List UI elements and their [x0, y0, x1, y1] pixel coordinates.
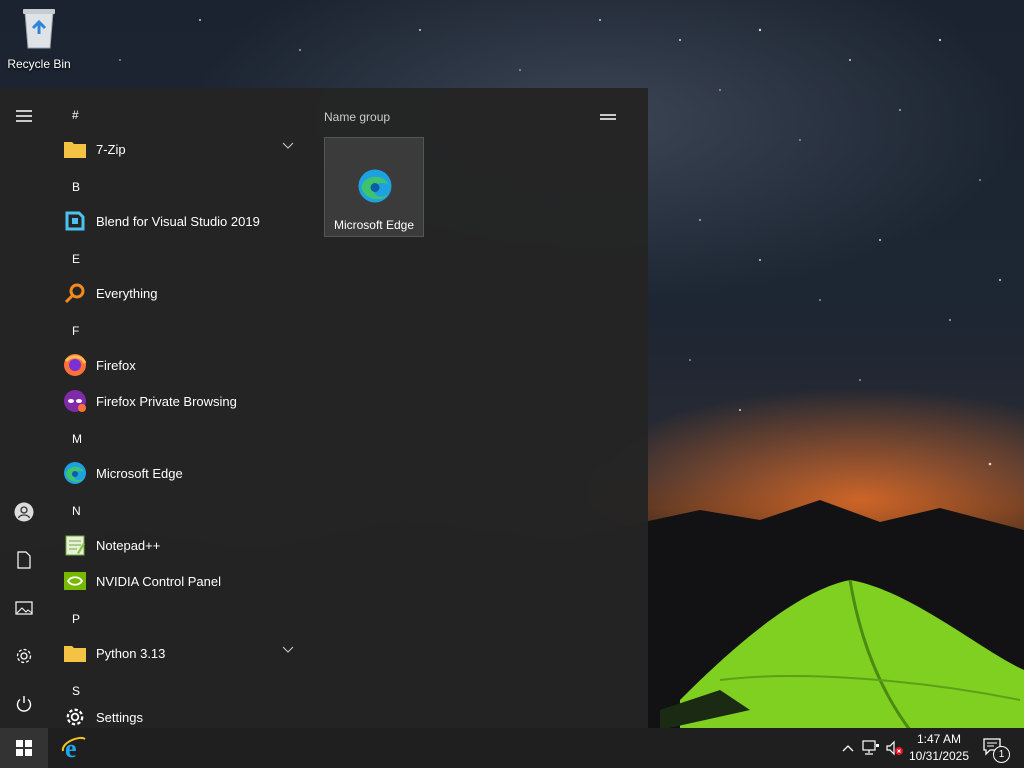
clock-date: 10/31/2025 [908, 749, 970, 763]
document-icon [17, 551, 31, 569]
edge-icon [62, 460, 88, 486]
chevron-down-icon[interactable] [282, 646, 294, 654]
folder-icon [62, 136, 88, 162]
start-menu: # 7-Zip B Blend for Visual Studio 2019 E… [0, 88, 648, 728]
letter-header-b[interactable]: B [72, 180, 80, 194]
network-icon [862, 740, 879, 755]
app-item-notepadpp[interactable]: Notepad++ [62, 529, 310, 561]
edge-icon [358, 169, 392, 203]
app-item-edge[interactable]: Microsoft Edge [62, 457, 310, 489]
app-item-7zip[interactable]: 7-Zip [62, 133, 310, 165]
app-item-python[interactable]: Python 3.13 [62, 637, 310, 669]
notepadpp-icon [62, 532, 88, 558]
wallpaper-tent [660, 579, 1024, 730]
firefox-private-icon [62, 388, 88, 414]
pictures-icon [15, 601, 33, 615]
chevron-down-icon[interactable] [282, 142, 294, 150]
notification-count-badge: 1 [993, 746, 1010, 763]
start-button[interactable] [0, 728, 48, 768]
account-button[interactable] [0, 492, 48, 532]
app-item-settings[interactable]: Settings [62, 701, 310, 728]
pictures-button[interactable] [0, 588, 48, 628]
app-label: NVIDIA Control Panel [96, 573, 222, 589]
app-label: Blend for Visual Studio 2019 [96, 213, 260, 229]
network-button[interactable] [860, 728, 882, 768]
hamburger-icon [16, 110, 32, 122]
letter-header-p[interactable]: P [72, 612, 80, 626]
letter-header-f[interactable]: F [72, 324, 79, 338]
windows-logo-icon [16, 740, 32, 756]
gear-icon [62, 704, 88, 728]
letter-header-hash[interactable]: # [72, 108, 79, 122]
app-label: Firefox [96, 357, 136, 373]
chevron-up-icon [842, 745, 854, 752]
app-label: Notepad++ [96, 537, 161, 553]
app-item-blend[interactable]: Blend for Visual Studio 2019 [62, 205, 310, 237]
everything-search-icon [62, 280, 88, 306]
taskbar-clock[interactable]: 1:47 AM 10/31/2025 [900, 731, 978, 765]
app-label: Firefox Private Browsing [96, 393, 237, 409]
app-item-everything[interactable]: Everything [62, 277, 310, 309]
firefox-icon [62, 352, 88, 378]
action-center-button[interactable]: 1 [980, 728, 1010, 768]
recycle-bin-icon [23, 9, 55, 49]
app-list: # 7-Zip B Blend for Visual Studio 2019 E… [48, 88, 318, 728]
letter-header-e[interactable]: E [72, 252, 80, 266]
letter-header-s[interactable]: S [72, 684, 80, 698]
tile-label: Microsoft Edge [333, 218, 415, 232]
app-label: Python 3.13 [96, 645, 166, 661]
app-item-firefox-private[interactable]: Firefox Private Browsing [62, 385, 310, 417]
app-item-firefox[interactable]: Firefox [62, 349, 310, 381]
recycle-bin-desktop-icon[interactable]: Recycle Bin [6, 6, 72, 71]
folder-icon [62, 640, 88, 666]
app-label: Microsoft Edge [96, 465, 183, 481]
user-avatar-icon [14, 502, 34, 522]
group-drag-handle-icon[interactable] [600, 114, 616, 120]
documents-button[interactable] [0, 540, 48, 580]
recycle-bin-label: Recycle Bin [7, 57, 71, 71]
letter-header-m[interactable]: M [72, 432, 82, 446]
gear-icon [16, 648, 32, 664]
app-label: Everything [96, 285, 158, 301]
tile-group-name[interactable]: Name group [324, 110, 390, 124]
show-hidden-icons-button[interactable] [838, 728, 858, 768]
clock-time: 1:47 AM [916, 732, 962, 746]
start-rail [0, 88, 48, 728]
app-label: Settings [96, 709, 143, 725]
internet-explorer-icon: e [61, 735, 86, 761]
taskbar: e 1:47 AM 10/31/2025 1 [0, 728, 1024, 768]
letter-header-n[interactable]: N [72, 504, 81, 518]
settings-button[interactable] [0, 636, 48, 676]
app-item-nvidia[interactable]: NVIDIA Control Panel [62, 565, 310, 597]
power-button[interactable] [0, 684, 48, 724]
nvidia-icon [62, 568, 88, 594]
taskbar-internet-explorer[interactable]: e [56, 732, 92, 764]
app-label: 7-Zip [96, 141, 126, 157]
expand-menu-button[interactable] [0, 96, 48, 136]
power-icon [16, 696, 32, 712]
tile-microsoft-edge[interactable]: Microsoft Edge [324, 137, 424, 237]
blend-icon [62, 208, 88, 234]
